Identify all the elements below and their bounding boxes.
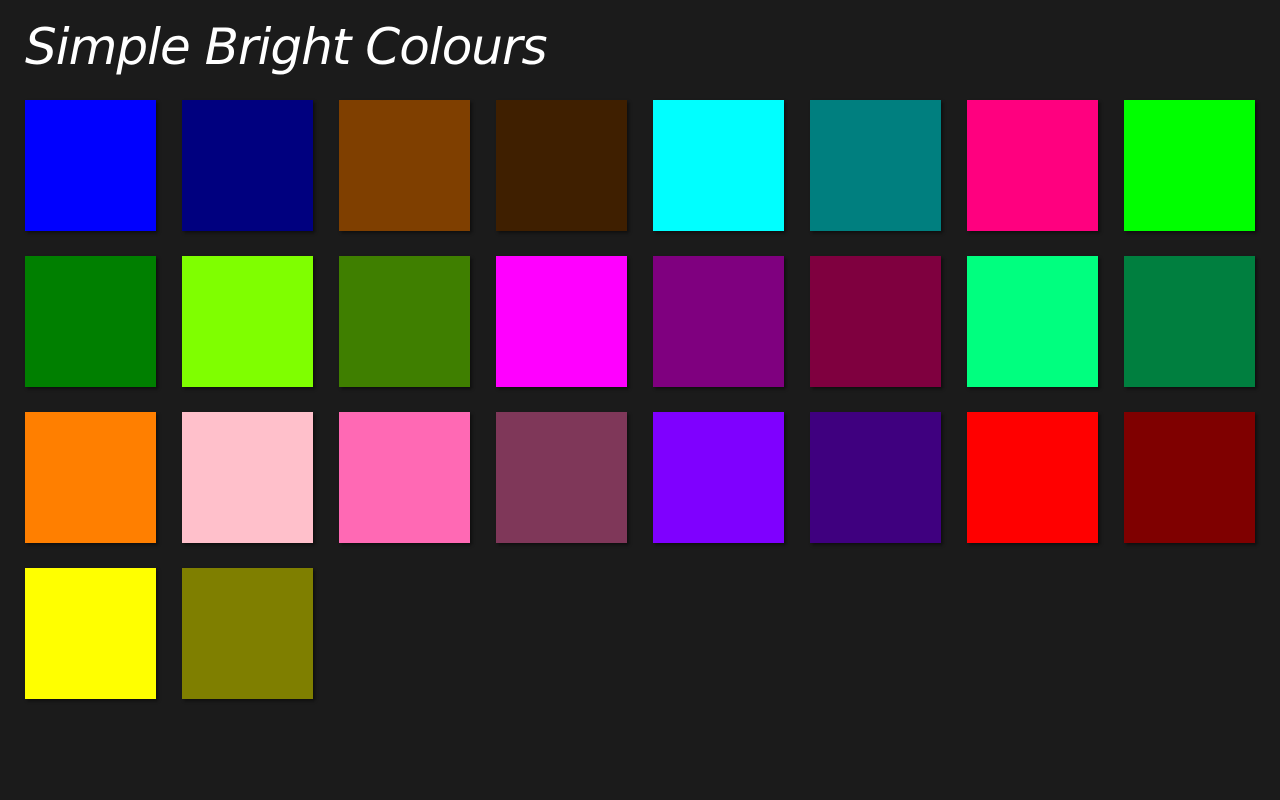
colour-swatch[interactable] bbox=[1124, 256, 1255, 387]
colour-swatch[interactable] bbox=[1124, 100, 1255, 231]
colour-swatch[interactable] bbox=[653, 256, 784, 387]
page-title: Simple Bright Colours bbox=[25, 18, 548, 76]
colour-swatch[interactable] bbox=[496, 412, 627, 543]
colour-swatch[interactable] bbox=[25, 568, 156, 699]
colour-swatch[interactable] bbox=[967, 256, 1098, 387]
colour-swatch[interactable] bbox=[182, 100, 313, 231]
colour-swatch[interactable] bbox=[810, 100, 941, 231]
colour-swatch[interactable] bbox=[182, 412, 313, 543]
colour-swatch[interactable] bbox=[339, 256, 470, 387]
colour-swatch[interactable] bbox=[182, 256, 313, 387]
colour-swatch[interactable] bbox=[810, 412, 941, 543]
colour-swatch[interactable] bbox=[967, 100, 1098, 231]
colour-swatch[interactable] bbox=[810, 256, 941, 387]
colour-swatch[interactable] bbox=[1124, 412, 1255, 543]
colour-swatch[interactable] bbox=[339, 100, 470, 231]
colour-swatch[interactable] bbox=[182, 568, 313, 699]
colour-swatch[interactable] bbox=[25, 100, 156, 231]
colour-swatch[interactable] bbox=[496, 256, 627, 387]
colour-swatch[interactable] bbox=[967, 412, 1098, 543]
colour-swatch[interactable] bbox=[25, 412, 156, 543]
colour-swatch[interactable] bbox=[25, 256, 156, 387]
colour-swatch[interactable] bbox=[653, 100, 784, 231]
colour-swatch[interactable] bbox=[653, 412, 784, 543]
colour-swatch[interactable] bbox=[496, 100, 627, 231]
colour-swatch[interactable] bbox=[339, 412, 470, 543]
colour-swatch-grid bbox=[25, 100, 1255, 699]
